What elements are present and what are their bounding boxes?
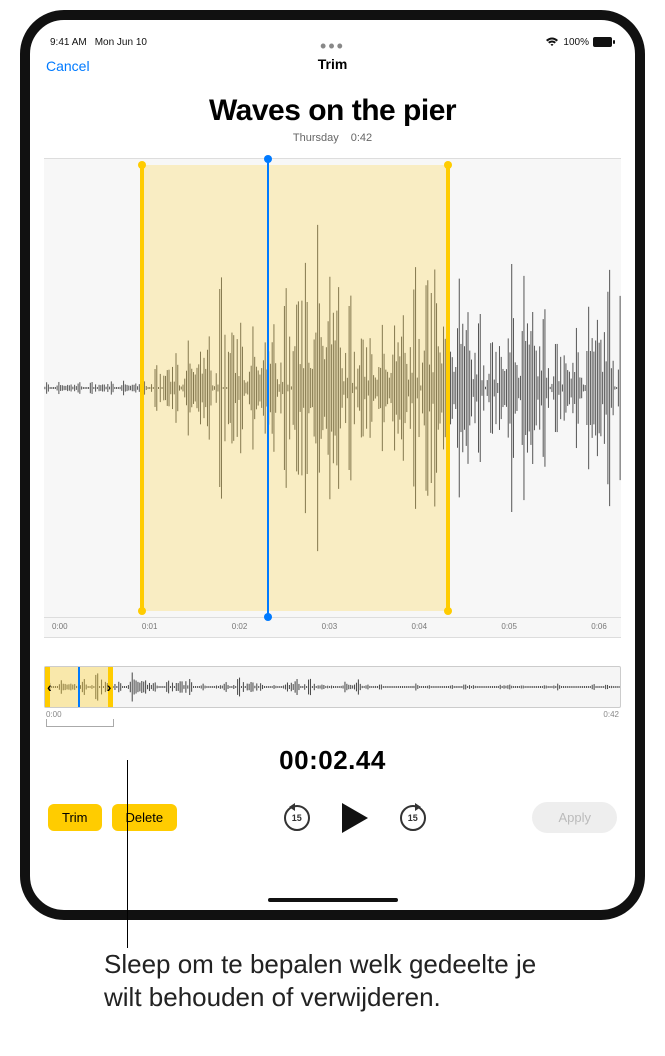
recording-duration: 0:42 (351, 132, 372, 144)
wifi-icon (545, 37, 559, 47)
ipad-frame: 9:41 AM Mon Jun 10 100% ••• Cancel Trim … (20, 10, 645, 920)
callout-caption: Sleep om te bepalen welk gedeelte je wil… (104, 948, 564, 1013)
overview-handle-right-icon[interactable]: › (107, 679, 112, 695)
ruler-tick: 0:00 (48, 622, 138, 637)
apply-button[interactable]: Apply (532, 802, 617, 833)
ruler-tick: 0:05 (497, 622, 587, 637)
ruler-tick: 0:04 (408, 622, 498, 637)
playhead-time-display: 00:02.44 (44, 745, 621, 776)
status-time: 9:41 AM (50, 37, 87, 48)
time-ruler: 0:00 0:01 0:02 0:03 0:04 0:05 0:06 (44, 618, 621, 638)
overview-playhead[interactable] (78, 667, 80, 707)
overview-graphic (45, 667, 620, 707)
trim-handle-right[interactable] (446, 165, 450, 611)
screen-title: Trim (318, 56, 348, 72)
recording-title: Waves on the pier (44, 94, 621, 128)
nav-bar: ••• Cancel Trim (44, 50, 621, 78)
battery-percent: 100% (563, 37, 589, 48)
ruler-tick: 0:01 (138, 622, 228, 637)
waveform-overview[interactable]: ‹ › (44, 666, 621, 708)
overview-end: 0:42 (603, 710, 619, 719)
callout-leader-line (127, 760, 128, 948)
trim-handle-left[interactable] (140, 165, 144, 611)
skip-back-icon: 15 (284, 805, 310, 831)
home-indicator[interactable] (268, 898, 398, 902)
multitasking-dots-icon[interactable]: ••• (320, 36, 345, 57)
overview-handle-left-icon[interactable]: ‹ (47, 679, 52, 695)
play-icon (342, 803, 368, 833)
trim-selection[interactable] (142, 165, 448, 611)
overview-bracket-marker (46, 719, 114, 727)
skip-forward-15-button[interactable]: 15 (398, 803, 428, 833)
status-date: Mon Jun 10 (95, 37, 147, 48)
ruler-tick: 0:03 (318, 622, 408, 637)
playhead[interactable] (267, 159, 269, 617)
trim-button[interactable]: Trim (48, 804, 102, 831)
delete-button[interactable]: Delete (112, 804, 178, 831)
waveform-main[interactable] (44, 158, 621, 618)
play-button[interactable] (342, 803, 368, 833)
skip-back-15-button[interactable]: 15 (282, 803, 312, 833)
cancel-button[interactable]: Cancel (46, 58, 90, 74)
recording-header: Waves on the pier Thursday 0:42 (44, 94, 621, 144)
overview-start: 0:00 (46, 710, 62, 719)
ruler-tick: 0:06 (587, 622, 617, 637)
skip-forward-icon: 15 (400, 805, 426, 831)
overview-labels: 0:00 0:42 (44, 708, 621, 719)
controls-row: Trim Delete 15 15 Apply (44, 802, 621, 833)
recording-day: Thursday (293, 132, 339, 144)
ruler-tick: 0:02 (228, 622, 318, 637)
battery-icon (593, 37, 615, 47)
